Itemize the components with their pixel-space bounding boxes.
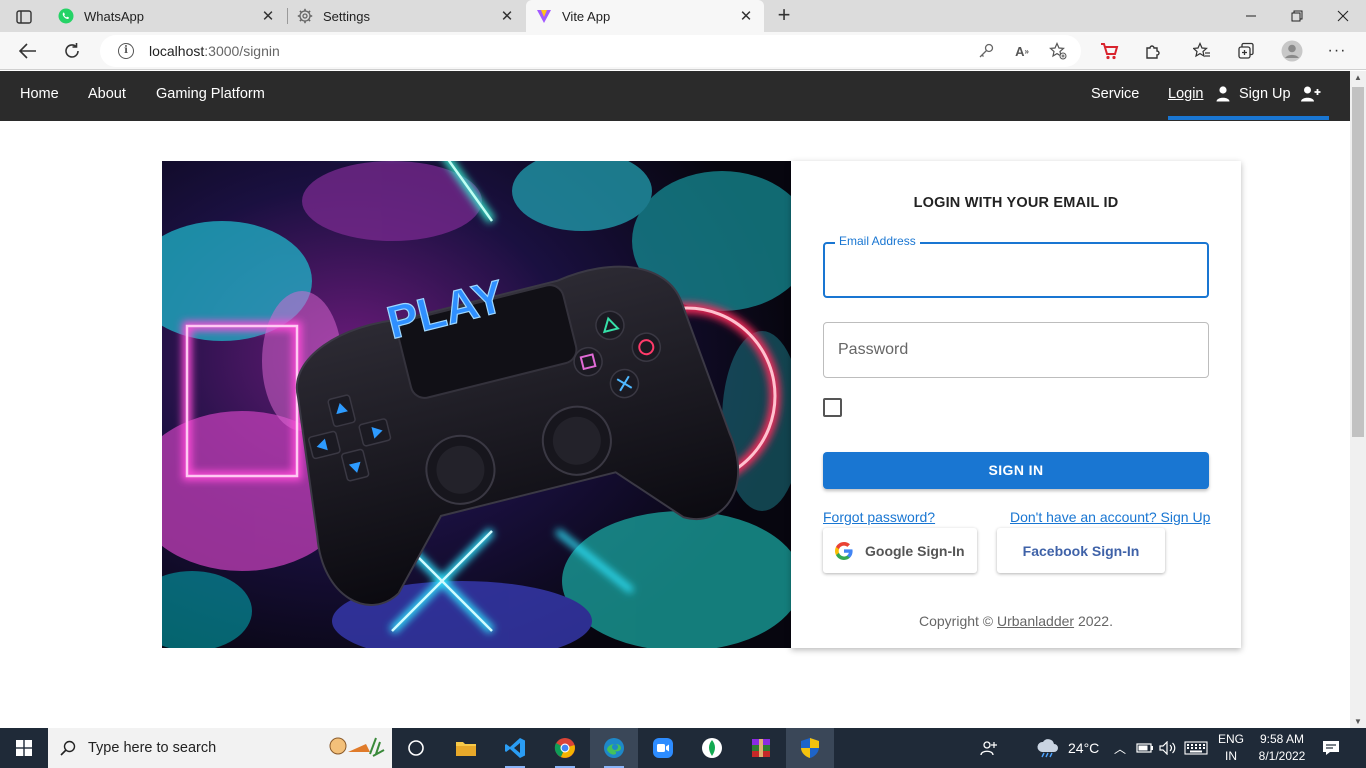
- close-window-icon[interactable]: [1320, 0, 1366, 32]
- copyright-brand-link[interactable]: Urbanladder: [997, 613, 1074, 629]
- browser-toolbar: i localhost:3000/signin A» ···: [0, 32, 1366, 70]
- task-view-icon[interactable]: [392, 728, 440, 768]
- tab-actions-icon[interactable]: [8, 6, 40, 28]
- security-shield-icon[interactable]: [786, 728, 834, 768]
- file-explorer-icon[interactable]: [442, 728, 490, 768]
- nav-service[interactable]: Service: [1091, 86, 1139, 102]
- restore-icon[interactable]: [1274, 0, 1320, 32]
- google-sign-in-label: Google Sign-In: [865, 542, 965, 559]
- email-field[interactable]: Email Address: [823, 234, 1209, 298]
- favorites-icon[interactable]: [1187, 36, 1217, 66]
- google-sign-in-button[interactable]: Google Sign-In: [823, 528, 977, 573]
- nav-sign-up[interactable]: Sign Up: [1239, 86, 1291, 102]
- nav-login[interactable]: Login: [1168, 86, 1203, 102]
- copyright-text: Copyright © Urbanladder 2022.: [918, 613, 1113, 629]
- url-text: localhost:3000/signin: [149, 43, 280, 59]
- collections-icon[interactable]: [1231, 36, 1261, 66]
- nav-gaming-platform[interactable]: Gaming Platform: [156, 86, 265, 102]
- system-clock[interactable]: 9:58 AM 8/1/2022: [1252, 731, 1312, 765]
- input-language[interactable]: ENG IN: [1215, 731, 1247, 765]
- user-icon[interactable]: [1214, 85, 1232, 103]
- address-bar[interactable]: i localhost:3000/signin A»: [100, 35, 1081, 67]
- close-icon[interactable]: ✕: [499, 8, 515, 25]
- password-placeholder: Password: [838, 341, 909, 358]
- extensions-icon[interactable]: [1138, 36, 1168, 66]
- sign-in-button[interactable]: SIGN IN: [823, 452, 1209, 489]
- extension-red-icon[interactable]: [1094, 36, 1124, 66]
- clock-time: 9:58 AM: [1259, 732, 1305, 746]
- vite-icon: [536, 8, 552, 24]
- people-icon[interactable]: [980, 728, 998, 768]
- facebook-sign-in-label: Facebook Sign-In: [1022, 542, 1140, 559]
- minimize-icon[interactable]: [1228, 0, 1274, 32]
- taskbar-search-box[interactable]: Type here to search: [48, 728, 392, 768]
- login-title: LOGIN WITH YOUR EMAIL ID: [913, 195, 1119, 211]
- scroll-down-icon[interactable]: ▼: [1354, 717, 1362, 726]
- notifications-icon[interactable]: [1322, 728, 1340, 768]
- read-aloud-icon[interactable]: A»: [1012, 41, 1032, 61]
- facebook-sign-in-button[interactable]: Facebook Sign-In: [997, 528, 1165, 573]
- tab-whatsapp[interactable]: WhatsApp ✕: [48, 0, 286, 32]
- more-options-icon[interactable]: ···: [1322, 36, 1352, 66]
- profile-avatar[interactable]: [1277, 36, 1307, 66]
- show-hidden-icons[interactable]: ︿: [1114, 728, 1126, 768]
- scroll-up-icon[interactable]: ▲: [1354, 73, 1362, 82]
- battery-icon[interactable]: [1136, 728, 1154, 768]
- zoom-icon[interactable]: [639, 728, 687, 768]
- tab-vite-app[interactable]: Vite App ✕: [526, 0, 764, 32]
- remember-me-checkbox[interactable]: [823, 398, 842, 417]
- chrome-icon[interactable]: [541, 728, 589, 768]
- weather-widget[interactable]: 24°C: [1036, 728, 1099, 768]
- gear-icon: [297, 8, 313, 24]
- search-icon: [48, 740, 88, 756]
- login-card: LOGIN WITH YOUR EMAIL ID Email Address P…: [791, 161, 1241, 648]
- whatsapp-icon: [58, 8, 74, 24]
- temperature-text: 24°C: [1068, 740, 1100, 756]
- nav-about[interactable]: About: [88, 86, 126, 102]
- sign-up-link[interactable]: Don't have an account? Sign Up: [1010, 509, 1210, 525]
- close-icon[interactable]: ✕: [260, 8, 276, 25]
- new-tab-button[interactable]: +: [772, 4, 796, 28]
- windows-taskbar: Type here to search 24°C ︿ ENG IN 9:58 A…: [0, 728, 1366, 768]
- close-icon[interactable]: ✕: [738, 8, 754, 25]
- clock-date: 8/1/2022: [1258, 749, 1306, 763]
- tab-title: Vite App: [562, 8, 611, 24]
- weather-cloud-icon: [1036, 738, 1060, 758]
- favorite-add-icon[interactable]: [1048, 41, 1068, 61]
- browser-tab-strip: WhatsApp ✕ Settings ✕ Vite App ✕ +: [0, 0, 1366, 32]
- nav-home[interactable]: Home: [20, 86, 59, 102]
- tab-title: Settings: [323, 8, 370, 24]
- scrollbar-thumb[interactable]: [1352, 87, 1364, 437]
- mongodb-compass-icon[interactable]: [688, 728, 736, 768]
- tab-title: WhatsApp: [84, 8, 144, 24]
- active-nav-indicator: [1168, 116, 1329, 120]
- vscode-icon[interactable]: [491, 728, 539, 768]
- gamepad-hero-image: PLAY: [162, 161, 791, 648]
- windows-start-icon[interactable]: [0, 728, 48, 768]
- back-icon[interactable]: [13, 36, 43, 66]
- app-navbar: Home About Gaming Platform Service Login…: [0, 71, 1350, 121]
- search-placeholder: Type here to search: [88, 740, 217, 756]
- refresh-icon[interactable]: [57, 36, 87, 66]
- key-icon[interactable]: [976, 41, 996, 61]
- volume-icon[interactable]: [1159, 728, 1177, 768]
- tab-settings[interactable]: Settings ✕: [287, 0, 525, 32]
- page-scrollbar[interactable]: ▲ ▼: [1350, 71, 1366, 728]
- forgot-password-link[interactable]: Forgot password?: [823, 509, 935, 525]
- search-highlight-icon: [326, 734, 386, 762]
- info-icon[interactable]: i: [118, 43, 134, 59]
- google-icon: [835, 541, 853, 560]
- password-field[interactable]: Password: [823, 322, 1209, 378]
- edge-icon[interactable]: [590, 728, 638, 768]
- add-user-icon[interactable]: [1300, 85, 1322, 103]
- winrar-icon[interactable]: [737, 728, 785, 768]
- keyboard-icon[interactable]: [1184, 728, 1208, 768]
- email-input[interactable]: [825, 244, 1207, 296]
